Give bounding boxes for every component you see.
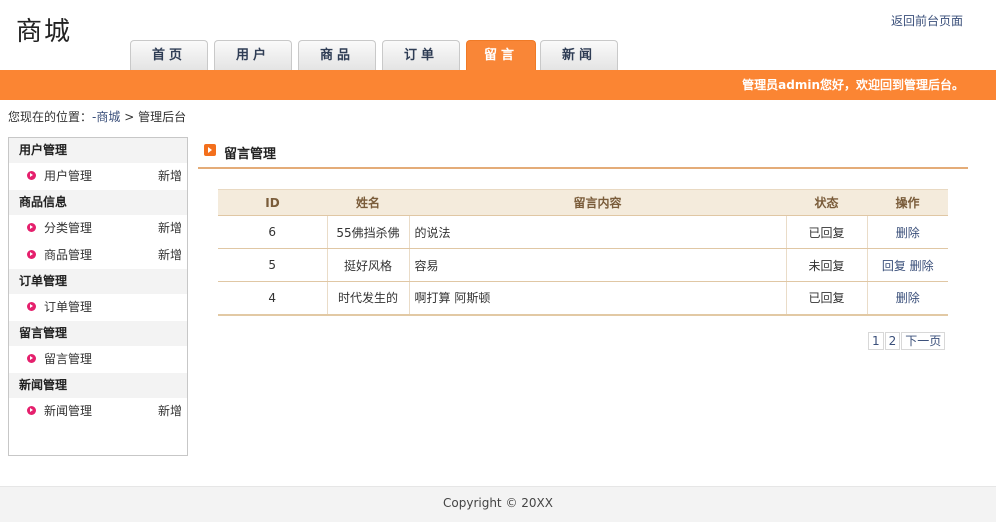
arrow-bullet-icon: [27, 171, 36, 180]
breadcrumb-prefix: 您现在的位置：: [8, 110, 93, 124]
column-header-name: 姓名: [327, 189, 409, 216]
nav-tab-users[interactable]: 用户: [214, 40, 292, 70]
add-product-link[interactable]: 新增: [158, 242, 182, 269]
sidebar-item-order-manage[interactable]: 订单管理: [9, 294, 187, 321]
cell-name: 挺好风格: [327, 248, 410, 282]
next-page-button[interactable]: 下一页: [901, 332, 946, 350]
nav-tab-products[interactable]: 商品: [298, 40, 376, 70]
cell-status: 已回复: [786, 215, 868, 249]
cell-id: 4: [218, 281, 328, 316]
arrow-square-icon: [204, 144, 216, 156]
breadcrumb-current: 管理后台: [138, 110, 187, 124]
sidebar-group-news: 新闻管理: [9, 373, 187, 398]
sidebar-item-category-manage[interactable]: 分类管理 新增: [9, 215, 187, 242]
sidebar-item-label: 新闻管理: [44, 404, 93, 418]
add-news-link[interactable]: 新增: [158, 398, 182, 425]
sidebar-item-label: 订单管理: [44, 300, 93, 314]
cell-id: 6: [218, 215, 328, 249]
cell-status: 未回复: [786, 248, 868, 282]
sidebar-item-product-manage[interactable]: 商品管理 新增: [9, 242, 187, 269]
reply-link[interactable]: 回复: [882, 259, 906, 273]
delete-link[interactable]: 删除: [910, 259, 934, 273]
delete-link[interactable]: 删除: [896, 226, 920, 240]
cell-id: 5: [218, 248, 328, 282]
cell-name: 时代发生的: [327, 281, 410, 316]
column-header-status: 状态: [786, 189, 867, 216]
sidebar-item-label: 商品管理: [44, 248, 93, 262]
add-category-link[interactable]: 新增: [158, 215, 182, 242]
sidebar-item-label: 分类管理: [44, 221, 93, 235]
cell-actions: 删除: [867, 215, 948, 249]
nav-tab-orders[interactable]: 订单: [382, 40, 460, 70]
cell-name: 55佛挡杀佛: [327, 215, 410, 249]
site-logo: 商城: [16, 17, 73, 46]
table-row: 5 挺好风格 容易 未回复 回复 删除: [218, 248, 948, 282]
breadcrumb-separator: >: [124, 110, 135, 124]
breadcrumb-home-link[interactable]: -商城: [92, 110, 120, 124]
content-header: 留言管理: [198, 140, 968, 169]
cell-content: 啊打算 阿斯顿: [409, 281, 787, 316]
nav-tab-home[interactable]: 首页: [130, 40, 208, 70]
back-to-frontend-link[interactable]: 返回前台页面: [891, 12, 963, 29]
page-2-button[interactable]: 2: [884, 332, 901, 350]
column-header-actions: 操作: [867, 189, 948, 216]
header-bar: 管理员admin您好，欢迎回到管理后台。: [0, 70, 996, 100]
table-row: 6 55佛挡杀佛 的说法 已回复 删除: [218, 215, 948, 249]
add-user-link[interactable]: 新增: [158, 163, 182, 190]
arrow-bullet-icon: [27, 354, 36, 363]
arrow-bullet-icon: [27, 223, 36, 232]
sidebar-item-label: 留言管理: [44, 352, 93, 366]
table-row: 4 时代发生的 啊打算 阿斯顿 已回复 删除: [218, 281, 948, 316]
sidebar-group-messages: 留言管理: [9, 321, 187, 346]
sidebar: 用户管理 用户管理 新增 商品信息 分类管理 新增 商品管理 新增 订单管理 订…: [8, 137, 188, 456]
copyright-text: Copyright © 20XX: [443, 496, 553, 510]
welcome-text: 管理员admin您好，欢迎回到管理后台。: [742, 78, 964, 92]
page-title: 留言管理: [224, 147, 277, 162]
cell-actions: 回复 删除: [867, 248, 948, 282]
pagination: 1 2 下一页: [868, 332, 946, 350]
sidebar-item-message-manage[interactable]: 留言管理: [9, 346, 187, 373]
sidebar-group-users: 用户管理: [9, 138, 187, 163]
sidebar-item-news-manage[interactable]: 新闻管理 新增: [9, 398, 187, 425]
column-header-content: 留言内容: [409, 189, 786, 216]
delete-link[interactable]: 删除: [896, 291, 920, 305]
sidebar-item-user-manage[interactable]: 用户管理 新增: [9, 163, 187, 190]
table-header-row: ID 姓名 留言内容 状态 操作: [218, 189, 948, 216]
arrow-bullet-icon: [27, 250, 36, 259]
cell-content: 的说法: [409, 215, 787, 249]
arrow-bullet-icon: [27, 302, 36, 311]
cell-status: 已回复: [786, 281, 868, 316]
breadcrumb: 您现在的位置：-商城 > 管理后台: [8, 108, 186, 125]
message-table: ID 姓名 留言内容 状态 操作 6 55佛挡杀佛 的说法 已回复 删除 5 挺…: [218, 189, 948, 316]
column-header-id: ID: [218, 189, 327, 216]
arrow-bullet-icon: [27, 406, 36, 415]
cell-content: 容易: [409, 248, 787, 282]
nav-tab-messages[interactable]: 留言: [466, 40, 536, 70]
sidebar-group-products: 商品信息: [9, 190, 187, 215]
sidebar-item-label: 用户管理: [44, 169, 93, 183]
nav-tab-news[interactable]: 新闻: [540, 40, 618, 70]
cell-actions: 删除: [867, 281, 948, 316]
page-1-button[interactable]: 1: [868, 332, 884, 350]
footer: Copyright © 20XX: [0, 486, 996, 522]
sidebar-group-orders: 订单管理: [9, 269, 187, 294]
